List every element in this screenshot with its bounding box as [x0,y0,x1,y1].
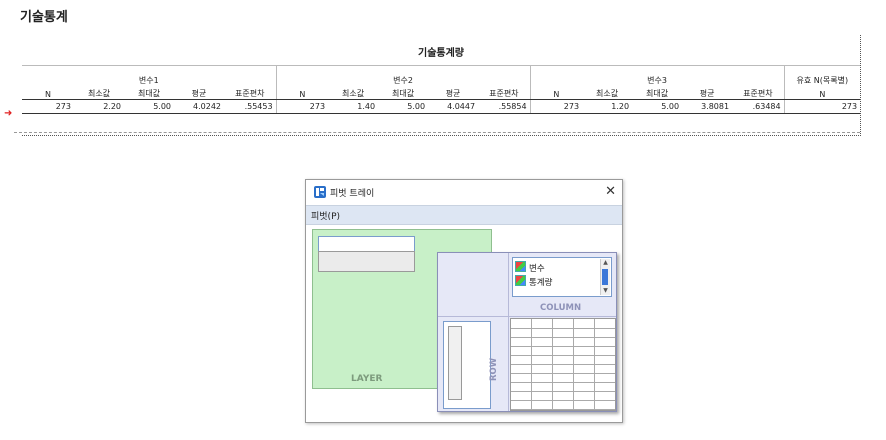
table-cell: .63484 [732,99,785,114]
grid-line [511,391,615,392]
pivot-icon [314,186,326,198]
col-header: 표준편차 [478,86,531,100]
column-dimension-list[interactable]: 변수 통계량 ▲ ▼ [512,257,612,297]
col-header: N [529,86,583,100]
col-header: 최소값 [74,86,124,100]
dialog-titlebar[interactable]: 피벗 트레이 ✕ [306,180,622,205]
col-header: 최대값 [124,86,174,100]
table-cell: 4.0447 [428,99,479,114]
scroll-down-icon[interactable]: ▼ [601,287,610,295]
scroll-thumb[interactable] [602,269,608,285]
grid-line [511,382,615,383]
descriptive-stats-table[interactable]: 기술통계량 변수1 변수2 변수3 유효 N(목록별) N 최소값 최대값 평균… [22,35,861,136]
row-column-area[interactable]: 변수 통계량 ▲ ▼ COLUMN ROW [437,252,617,412]
menu-pivot[interactable]: 피벗(P) [311,209,340,222]
table-cell: 5.00 [378,99,429,114]
row-label: ROW [489,357,499,381]
grid-line [511,400,615,401]
table-cell: 273 [783,99,861,114]
col-header: 최소값 [582,86,633,100]
table-cell: 273 [275,99,329,114]
table-cell: 5.00 [632,99,683,114]
divider [508,253,509,411]
table-cell: .55854 [478,99,531,114]
group-header-var1: 변수1 [22,65,277,86]
scroll-up-icon[interactable]: ▲ [601,259,610,267]
col-header: 최소값 [328,86,379,100]
output-divider [14,132,860,133]
group-header-var3: 변수3 [529,65,785,86]
grid-line [511,373,615,374]
grid-line [511,346,615,347]
menu-bar: 피벗(P) [306,205,622,225]
stats-grid: 변수1 변수2 변수3 유효 N(목록별) N 최소값 최대값 평균 표준편차 … [22,65,861,114]
column-item-statistics[interactable]: 통계량 [515,275,552,288]
pivot-tray-dialog[interactable]: 피벗 트레이 ✕ 피벗(P) LAYER 변수 통계량 ▲ ▼ COLUMN R… [305,179,623,423]
grid-line [511,337,615,338]
col-header: 표준편차 [732,86,785,100]
column-item-variables[interactable]: 변수 [515,261,545,274]
table-cell: .55453 [224,99,277,114]
table-cell: 4.0242 [174,99,224,114]
table-cell: 273 [529,99,583,114]
col-header: N [22,86,74,100]
col-header: 표준편차 [224,86,277,100]
table-cell: 2.20 [74,99,124,114]
table-cell: 5.00 [124,99,174,114]
col-header: 평균 [428,86,479,100]
group-header-valid-n: 유효 N(목록별) [783,65,861,86]
layer-drop-slot[interactable] [318,236,415,252]
grid-line [511,409,615,410]
row-slot-item[interactable] [448,326,462,400]
table-cell: 3.8081 [682,99,733,114]
column-list-scrollbar[interactable]: ▲ ▼ [600,259,610,295]
row-drop-slot[interactable] [443,321,491,409]
table-cell: 273 [22,99,74,114]
pivot-dimension-icon [515,261,526,272]
layer-drop-slot[interactable] [318,251,415,272]
col-header: 평균 [174,86,224,100]
column-label: COLUMN [540,303,582,313]
col-header: 평균 [682,86,733,100]
grid-line [511,364,615,365]
layer-label: LAYER [351,374,383,384]
grid-line [511,328,615,329]
col-header: 최대값 [632,86,683,100]
col-header: N [275,86,329,100]
close-icon[interactable]: ✕ [605,184,616,199]
selection-arrow-icon: ➜ [4,108,13,119]
grid-line [511,355,615,356]
table-cell: 1.20 [582,99,633,114]
dialog-title: 피벗 트레이 [330,189,375,199]
page-title: 기술통계 [20,10,68,25]
table-title: 기술통계량 [418,48,464,59]
divider [438,316,616,317]
pivot-dimension-icon [515,275,526,286]
table-preview-grid [510,318,616,411]
table-cell: 1.40 [328,99,379,114]
col-header: N [783,86,861,100]
col-header: 최대값 [378,86,429,100]
group-header-var2: 변수2 [275,65,531,86]
table-row[interactable]: 273 2.20 5.00 4.0242 .55453 273 1.40 5.0… [22,99,861,114]
